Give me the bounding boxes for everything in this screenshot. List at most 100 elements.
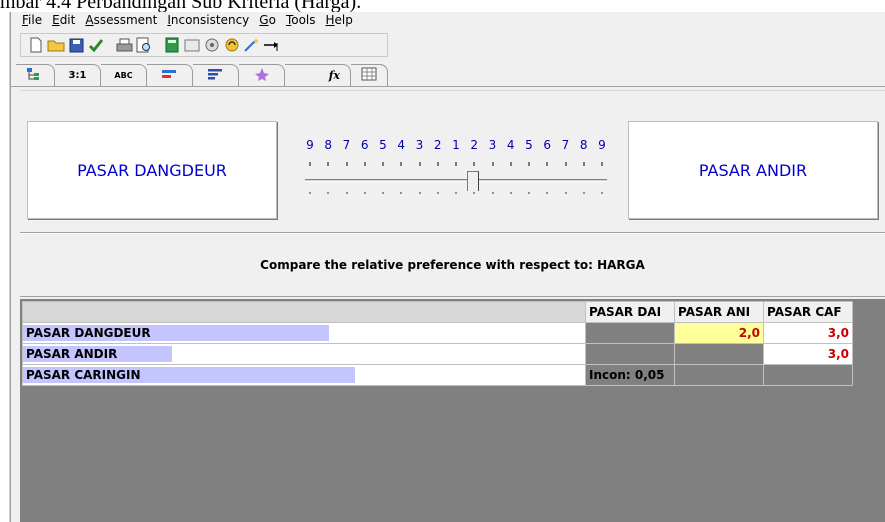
divider [20,232,885,234]
print-preview-icon[interactable] [135,36,153,54]
calculator-icon[interactable] [163,36,181,54]
new-file-icon[interactable] [27,36,45,54]
right-item-box[interactable]: PASAR ANDIR [628,121,878,219]
refresh-icon[interactable] [223,36,241,54]
scale-tick-dot [400,192,402,194]
row-label: PASAR DANGDEUR [26,326,151,340]
scale-label: 6 [543,138,552,152]
scale-tick-dot [528,192,530,194]
row-label: PASAR CARINGIN [26,368,141,382]
scale-label: 4 [397,138,406,152]
tab-formula[interactable]: fx [285,64,351,86]
scale-tick [510,162,512,166]
matrix-cell[interactable]: 3,0 [763,343,853,365]
menu-bar: File Edit Assessment Inconsistency Go To… [22,13,358,31]
tab-tree[interactable] [16,64,55,86]
bar-red-icon [161,68,179,83]
print-icon[interactable] [115,36,133,54]
save-icon[interactable] [67,36,85,54]
network-icon[interactable] [203,36,221,54]
scale-label: 1 [452,138,460,152]
matrix-cell [674,364,764,386]
menu-go[interactable]: Go [254,13,281,31]
scale-label: 8 [579,138,588,152]
row-label-cell[interactable]: PASAR ANDIR [22,343,586,365]
scale-tick [565,162,566,166]
tree-icon [26,67,44,84]
menu-help[interactable]: Help [321,13,358,31]
scale-tick [346,162,347,166]
scale-tick [492,162,493,166]
row-label-cell[interactable]: PASAR CARINGIN [22,364,586,386]
scale-labels: 98765432123456789 [305,138,607,152]
scale-tick-dot [583,192,585,194]
scale-label: 5 [379,138,387,152]
scale-tick-dot [565,192,566,194]
left-edge-strip [0,12,10,522]
column-header[interactable]: PASAR CAF [763,301,853,323]
matrix-row: PASAR ANDIR 3,0 [22,343,853,365]
slider-thumb[interactable] [467,171,479,197]
inconsistency-value: Incon: 0,05 [585,364,675,386]
compare-prompt: Compare the relative preference with res… [20,236,885,294]
matrix-corner [22,301,586,323]
menu-tools[interactable]: Tools [281,13,321,31]
scale-label: 7 [342,138,351,152]
column-header[interactable]: PASAR DAI [585,301,675,323]
scale-tick [309,162,311,166]
tab-wand[interactable] [239,64,285,86]
tab-grid[interactable] [351,64,388,86]
scale-tick [382,162,384,166]
arrow-icon[interactable] [263,36,281,54]
matrix-cell[interactable]: 3,0 [763,322,853,344]
left-item-box[interactable]: PASAR DANGDEUR [27,121,277,219]
scale-tick [455,162,457,166]
scale-tick-dot [346,192,347,194]
scale-tick-dot [546,192,548,194]
menu-file[interactable]: File [22,13,47,31]
row-label-cell[interactable]: PASAR DANGDEUR [22,322,586,344]
scale-tick-dot [492,192,493,194]
view-tabs: 3:1 ABC fx [10,60,885,86]
tab-pairwise-numeric[interactable]: 3:1 [55,64,101,86]
toolbar [20,33,388,57]
row-label: PASAR ANDIR [26,347,118,361]
tab-graphical[interactable] [147,64,193,86]
scale-tick [327,162,329,166]
scale-tick-dot [473,192,475,194]
column-header[interactable]: PASAR ANI [674,301,764,323]
scale-tick-dot [364,192,366,194]
matrix-row: PASAR DANGDEUR 2,0 3,0 [22,322,853,344]
matrix-cell [585,322,675,344]
matrix-cell[interactable]: 2,0 [674,322,764,344]
right-item-label: PASAR ANDIR [698,160,808,180]
scale-tick [437,162,439,166]
scale-tick-dot [601,192,603,194]
comparison-matrix: PASAR DAI PASAR ANI PASAR CAF PASAR DANG… [22,301,853,386]
check-icon[interactable] [87,36,105,54]
scale-tick [400,162,402,166]
tab-baseline [10,86,885,87]
sheet-icon[interactable] [183,36,201,54]
tab-bars[interactable] [193,64,239,86]
open-folder-icon[interactable] [47,36,65,54]
scale-ticks-top [305,162,607,168]
scale-label: 3 [488,138,497,152]
menu-edit[interactable]: Edit [47,13,80,31]
scale-label: 8 [324,138,333,152]
menu-assessment[interactable]: Assessment [80,13,162,31]
wand-icon[interactable] [243,36,261,54]
tab-verbal[interactable]: ABC [101,64,147,86]
wand-tab-icon [254,67,270,84]
menu-inconsistency[interactable]: Inconsistency [162,13,254,31]
scale-tick-dot [437,192,439,194]
scale-tick-dot [309,192,311,194]
bars-icon [207,68,225,83]
scale-tick [419,162,420,166]
matrix-cell [674,343,764,365]
scale-tick-dot [419,192,420,194]
scale-tick [601,162,603,166]
scale-tick [364,162,366,166]
slider-track[interactable] [305,179,607,182]
scale-tick-dot [382,192,384,194]
